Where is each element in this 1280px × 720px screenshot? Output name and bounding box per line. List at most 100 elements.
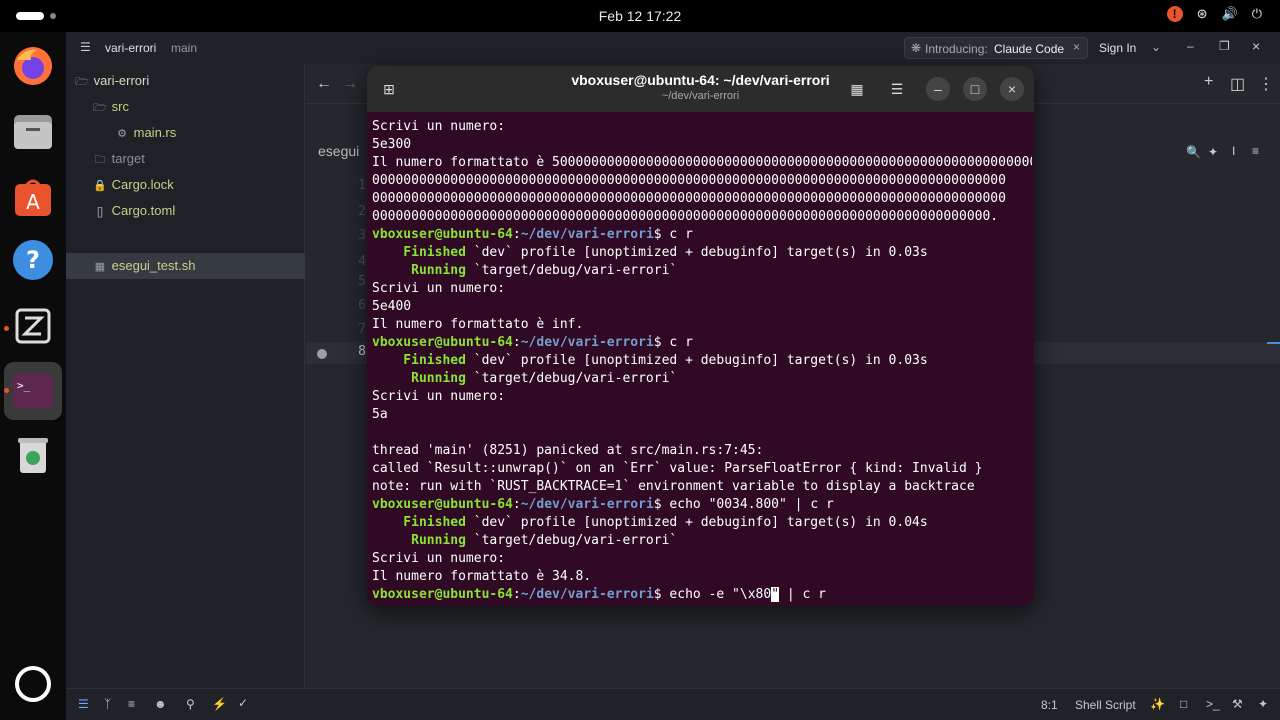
collab-icon[interactable]: ☻: [154, 697, 167, 711]
back-icon[interactable]: ←: [316, 75, 332, 93]
prompt-separator: :: [512, 227, 521, 242]
maximize-icon[interactable]: □: [963, 77, 987, 101]
line-number: 1: [358, 178, 366, 193]
prompt-dollar: $: [653, 335, 662, 350]
forward-icon[interactable]: →: [342, 75, 358, 93]
terminal-window[interactable]: ⊞ vboxuser@ubuntu-64: ~/dev/vari-errori …: [367, 66, 1034, 606]
network-icon[interactable]: ⊛: [1197, 6, 1208, 22]
check-icon[interactable]: ✓: [238, 696, 248, 710]
cursor-position[interactable]: 8:1: [1041, 698, 1058, 712]
chevron-down-icon[interactable]: ⌄: [1151, 40, 1161, 54]
search-icon[interactable]: 🔍: [1186, 145, 1201, 159]
banner-prefix: Introducing:: [925, 42, 988, 56]
command-text: | c r: [779, 587, 826, 602]
git-branch-icon[interactable]: ᛉ: [104, 697, 111, 711]
zed-editor-icon[interactable]: [11, 304, 55, 348]
toml-file-icon: []: [96, 206, 104, 218]
line-number: 7: [358, 322, 366, 337]
menu-icon[interactable]: ☰: [80, 40, 91, 54]
show-apps-icon[interactable]: [15, 666, 51, 702]
assistant-icon[interactable]: ✦: [1208, 145, 1218, 159]
sign-in-button[interactable]: Sign In: [1099, 41, 1136, 55]
project-panel-icon[interactable]: ☰: [78, 697, 89, 711]
banner-close-icon[interactable]: ×: [1073, 40, 1080, 54]
terminal-line: Running `target/debug/vari-errori`: [372, 370, 1032, 388]
terminal-line: Running `target/debug/vari-errori`: [372, 532, 1032, 550]
project-name[interactable]: vari-errori: [105, 41, 156, 55]
system-tray[interactable]: ! ⊛ 🔊 ⏻: [1166, 6, 1262, 22]
split-pane-icon[interactable]: ◫: [1230, 74, 1245, 94]
tree-item-cargo-lock[interactable]: 🔒 Cargo.lock: [66, 172, 305, 198]
settings-icon[interactable]: ≡: [1252, 144, 1259, 158]
prompt-separator: :: [512, 335, 521, 350]
svg-text:A: A: [26, 190, 40, 214]
hamburger-menu-icon[interactable]: ☰: [885, 77, 909, 101]
language-selector[interactable]: Shell Script: [1075, 698, 1136, 712]
terminal-line: Finished `dev` profile [unoptimized + de…: [372, 514, 1032, 532]
cargo-status-text: `dev` profile [unoptimized + debuginfo] …: [465, 245, 928, 260]
lightning-icon[interactable]: ⚡: [212, 697, 227, 711]
minimize-icon[interactable]: –: [1187, 39, 1194, 53]
prompt-separator: :: [512, 587, 521, 602]
terminal-line: 0000000000000000000000000000000000000000…: [372, 173, 1006, 188]
prompt-user: vboxuser@ubuntu-64: [372, 227, 513, 242]
tab-overview-icon[interactable]: ▦: [845, 77, 869, 101]
debug-icon[interactable]: ⚒: [1232, 697, 1243, 711]
breakpoint-dot[interactable]: [317, 349, 327, 359]
line-number: 3: [358, 228, 366, 243]
cargo-status-text: `dev` profile [unoptimized + debuginfo] …: [465, 353, 928, 368]
svg-text:>_: >_: [17, 379, 31, 392]
terminal-icon[interactable]: >_: [11, 369, 55, 413]
scrollbar-marker[interactable]: [1267, 342, 1280, 344]
folder-open-icon: 🗁: [75, 76, 89, 88]
search-icon[interactable]: ⚲: [186, 697, 195, 711]
app-center-icon[interactable]: A: [11, 176, 55, 220]
announcement-banner[interactable]: ❋ Introducing: Claude Code ×: [904, 37, 1088, 59]
prompt-user: vboxuser@ubuntu-64: [372, 497, 513, 512]
terminal-line: Scrivi un numero:: [372, 389, 506, 404]
terminal-line: vboxuser@ubuntu-64:~/dev/vari-errori$ c …: [372, 226, 1032, 244]
close-icon[interactable]: ×: [1252, 38, 1260, 54]
terminal-output[interactable]: Scrivi un numero: 5e300 Il numero formatta…: [372, 118, 1032, 604]
desktop: Feb 12 17:22 ! ⊛ 🔊 ⏻ A ? >_ ☰ vari-error…: [0, 0, 1280, 720]
cargo-status-tag: Running: [372, 533, 466, 548]
shell-file-icon: ▦: [94, 261, 106, 273]
new-tab-icon[interactable]: +: [1204, 73, 1213, 91]
outline-icon[interactable]: ≡: [128, 697, 135, 711]
volume-icon[interactable]: 🔊: [1222, 6, 1238, 22]
cargo-status-text: `target/debug/vari-errori`: [465, 371, 678, 386]
terminal-line: thread 'main' (8251) panicked at src/mai…: [372, 443, 764, 458]
assistant-panel-icon[interactable]: ✦: [1258, 697, 1268, 711]
close-icon[interactable]: ×: [1000, 77, 1024, 101]
terminal-line: 0000000000000000000000000000000000000000…: [372, 209, 999, 224]
terminal-line: called `Result::unwrap()` on an `Err` va…: [372, 461, 983, 476]
terminal-headerbar: ⊞ vboxuser@ubuntu-64: ~/dev/vari-errori …: [367, 66, 1034, 112]
cargo-status-text: `target/debug/vari-errori`: [465, 263, 678, 278]
terminal-toggle-icon[interactable]: >_: [1206, 697, 1220, 711]
clock[interactable]: Feb 12 17:22: [0, 8, 1280, 24]
text-cursor: ": [771, 587, 780, 602]
inline-completion-icon[interactable]: ✨: [1150, 697, 1165, 711]
branch-name[interactable]: main: [171, 41, 197, 55]
help-icon[interactable]: ?: [11, 238, 55, 282]
cursor-text-icon[interactable]: I: [1232, 144, 1235, 158]
tree-item-target[interactable]: 🗀 target: [66, 146, 305, 172]
tree-item-src[interactable]: 🗁 src: [66, 94, 305, 120]
cargo-status-tag: Running: [372, 371, 466, 386]
tree-item-main-rs[interactable]: ⚙ main.rs: [66, 120, 305, 146]
maximize-icon[interactable]: ❐: [1219, 39, 1230, 53]
alert-icon[interactable]: !: [1166, 6, 1183, 22]
tree-item-cargo-toml[interactable]: [] Cargo.toml: [66, 198, 305, 224]
trash-icon[interactable]: [11, 432, 55, 476]
files-icon[interactable]: [11, 110, 55, 154]
tree-item-esegui-test[interactable]: ▦ esegui_test.sh: [66, 253, 305, 279]
tree-item-root[interactable]: 🗁 vari-errori: [66, 68, 305, 94]
feedback-icon[interactable]: □: [1180, 697, 1187, 711]
minimize-icon[interactable]: –: [926, 77, 950, 101]
more-icon[interactable]: ⋮: [1258, 74, 1274, 94]
power-icon[interactable]: ⏻: [1252, 6, 1262, 22]
firefox-icon[interactable]: [11, 44, 55, 88]
terminal-line: vboxuser@ubuntu-64:~/dev/vari-errori$ ec…: [372, 496, 1032, 514]
terminal-line: vboxuser@ubuntu-64:~/dev/vari-errori$ c …: [372, 334, 1032, 352]
cargo-status-tag: Finished: [372, 353, 466, 368]
